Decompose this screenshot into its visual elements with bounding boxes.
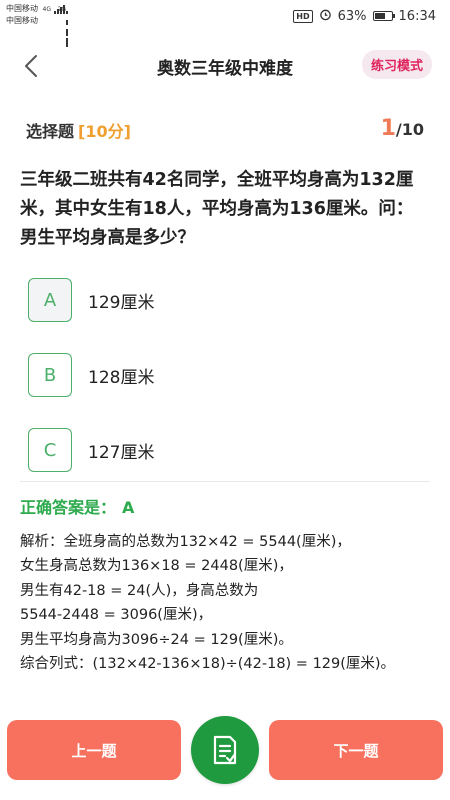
- clock: 16:34: [398, 8, 436, 24]
- alarm-icon: [319, 8, 332, 25]
- status-bar: 中国移动 4G 2G 中国移动 HD 63% 16:34: [0, 0, 450, 47]
- option-text: 129厘米: [88, 292, 155, 313]
- battery-icon: [372, 11, 395, 21]
- answer-sheet-button[interactable]: [191, 716, 259, 784]
- question-type-label: 选择题: [26, 122, 75, 141]
- question-type: 选择题 [10分]: [26, 118, 131, 142]
- divider: [20, 481, 430, 482]
- analysis-line: 男生有42-18 = 24(人)，身高总数为: [20, 582, 259, 599]
- question-total: /10: [395, 120, 424, 139]
- option-text: 127厘米: [88, 442, 155, 463]
- option-letter: C: [28, 428, 72, 472]
- analysis-line: 综合列式：(132×42-136×18)÷(42-18) = 129(厘米)。: [20, 656, 396, 673]
- quiz-screen: 中国移动 4G 2G 中国移动 HD 63% 16:34 奥数三年级中难度 练习…: [0, 0, 450, 800]
- network-1-label: 4G: [42, 6, 52, 13]
- correct-answer: 正确答案是： A: [20, 494, 134, 518]
- question-current: 1: [380, 116, 396, 141]
- option-letter: B: [28, 353, 72, 397]
- option-a[interactable]: A 129厘米: [28, 277, 154, 323]
- carrier-2-label: 中国移动: [6, 16, 38, 25]
- carrier-2: 中国移动: [6, 15, 38, 26]
- analysis: 解析：全班身高的总数为132×42 = 5544(厘米)， 女生身高总数为136…: [20, 530, 434, 676]
- question-score: [10分]: [78, 122, 131, 141]
- correct-answer-label: 正确答案是：: [20, 498, 117, 517]
- bottom-bar: 上一题 下一题: [0, 712, 450, 800]
- option-text: 128厘米: [88, 367, 155, 388]
- prev-question-button[interactable]: 上一题: [7, 720, 181, 780]
- answer-sheet-icon: [213, 735, 237, 765]
- header: 奥数三年级中难度 练习模式: [0, 40, 450, 92]
- carrier-1-label: 中国移动: [6, 4, 38, 13]
- status-right: HD 63% 16:34: [293, 6, 436, 26]
- analysis-line: 女生身高总数为136×18 = 2448(厘米)，: [20, 558, 293, 575]
- question-text: 三年级二班共有42名同学，全班平均身高为132厘米，其中女生有18人，平均身高为…: [20, 170, 414, 248]
- battery-percent: 63%: [337, 8, 367, 24]
- signal-1-icon: [53, 3, 66, 14]
- hd-badge: HD: [293, 9, 313, 23]
- analysis-line: 男生平均身高为3096÷24 = 129(厘米)。: [20, 631, 293, 648]
- option-c[interactable]: C 127厘米: [28, 427, 154, 473]
- question-meta: 选择题 [10分] 1/10: [26, 116, 424, 142]
- battery-fill: [374, 13, 385, 19]
- mode-badge[interactable]: 练习模式: [361, 50, 432, 79]
- option-letter: A: [28, 278, 72, 322]
- carrier-1: 中国移动 4G 2G: [6, 3, 69, 47]
- analysis-line: 解析：全班身高的总数为132×42 = 5544(厘米)，: [20, 534, 351, 550]
- question-progress: 1/10: [381, 116, 424, 141]
- correct-answer-value: A: [122, 498, 135, 517]
- option-b[interactable]: B 128厘米: [28, 352, 154, 398]
- analysis-line: 5544-2448 = 3096(厘米)，: [20, 607, 213, 624]
- next-question-button[interactable]: 下一题: [269, 720, 443, 780]
